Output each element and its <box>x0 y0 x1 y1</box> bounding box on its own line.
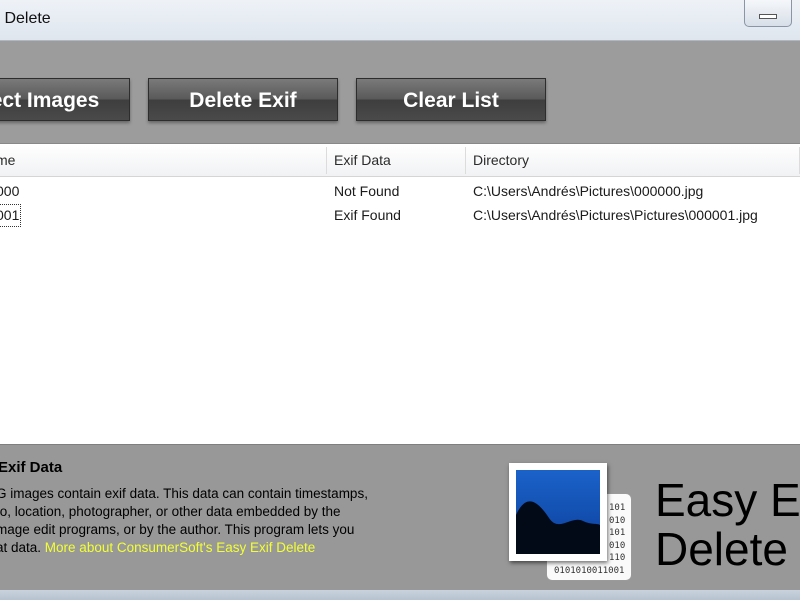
select-images-button[interactable]: ect Images <box>0 78 130 121</box>
photo-logo-image <box>516 470 600 554</box>
clear-list-button[interactable]: Clear List <box>356 78 546 121</box>
about-panel: Exif Data G images contain exif data. Th… <box>0 444 800 591</box>
about-text-line: G images contain exif data. This data ca… <box>0 486 368 501</box>
photo-logo-icon <box>509 463 607 561</box>
delete-exif-button[interactable]: Delete Exif <box>148 78 338 121</box>
more-about-link[interactable]: More about ConsumerSoft's Easy Exif Dele… <box>45 540 315 555</box>
window-title: if Delete <box>0 10 51 27</box>
table-row[interactable]: 000 Not Found C:\Users\Andrés\Pictures\0… <box>0 180 800 203</box>
cell-name: 001 <box>0 204 22 227</box>
image-list[interactable]: me Exif Data Directory 000 Not Found C:\… <box>0 143 800 446</box>
cell-name: 000 <box>0 183 20 199</box>
binary-text: 010 <box>609 540 626 551</box>
column-separator[interactable] <box>326 147 327 174</box>
about-text-tail: at data. <box>0 540 45 555</box>
title-bar: if Delete <box>0 0 800 41</box>
cell-directory: C:\Users\Andrés\Pictures\Pictures\000001… <box>473 207 758 223</box>
binary-row: 0101010011001 <box>554 566 625 576</box>
binary-text: 101 <box>609 503 626 513</box>
about-text-line: at data. More about ConsumerSoft's Easy … <box>0 540 315 555</box>
column-header-exif-data[interactable]: Exif Data <box>334 144 391 176</box>
column-header-name[interactable]: me <box>0 144 15 176</box>
about-text-line: fo, location, photographer, or other dat… <box>0 504 341 519</box>
brand-name-line2: Delete <box>655 523 788 575</box>
about-text-line: mage edit programs, or by the author. Th… <box>0 522 355 537</box>
cell-exif-data: Exif Found <box>334 207 401 223</box>
minimize-icon <box>759 14 777 19</box>
cell-directory: C:\Users\Andrés\Pictures\000000.jpg <box>473 183 704 199</box>
binary-column: 101 010 101 010 110 <box>609 502 625 565</box>
binary-text: 010 <box>609 515 626 526</box>
binary-text: 110 <box>609 553 626 563</box>
binary-text: 101 <box>609 528 626 538</box>
window-bottom-border <box>0 590 800 600</box>
brand-name-line1: Easy Ex <box>655 474 800 526</box>
minimize-button[interactable] <box>744 0 792 27</box>
about-title: Exif Data <box>0 459 63 476</box>
column-separator[interactable] <box>465 147 466 174</box>
list-header: me Exif Data Directory <box>0 144 800 177</box>
column-header-directory[interactable]: Directory <box>473 144 529 176</box>
table-row[interactable]: 001 Exif Found C:\Users\Andrés\Pictures\… <box>0 204 800 227</box>
cell-exif-data: Not Found <box>334 183 400 199</box>
